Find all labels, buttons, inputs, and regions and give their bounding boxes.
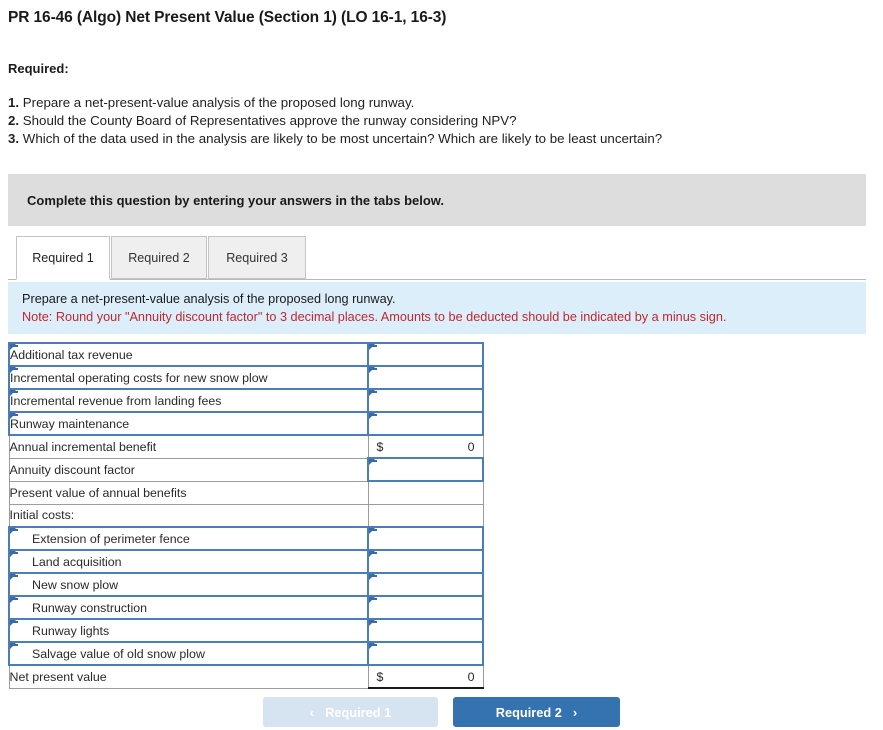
required-label: Required: <box>8 61 69 76</box>
row-label-select[interactable]: Incremental revenue from landing fees <box>8 388 369 413</box>
row-value-input[interactable] <box>367 388 484 413</box>
row-label-select[interactable]: Runway lights <box>8 618 369 643</box>
tab-required-3[interactable]: Required 3 <box>208 236 306 279</box>
tab-required-2[interactable]: Required 2 <box>111 236 207 279</box>
row-label-select[interactable]: Additional tax revenue <box>8 342 369 367</box>
table-row: Land acquisition <box>8 549 484 574</box>
table-row: Initial costs: <box>8 503 484 528</box>
prev-required-button[interactable]: ‹ Required 1 <box>263 697 438 727</box>
note-warning: Note: Round your "Annuity discount facto… <box>22 310 727 324</box>
row-value-input[interactable] <box>367 365 484 390</box>
tab-strip: Required 1 Required 2 Required 3 <box>8 236 866 280</box>
note-instruction: Prepare a net-present-value analysis of … <box>22 292 396 306</box>
requirement-item: 2. Should the County Board of Representa… <box>8 112 662 130</box>
table-row: Net present value $0 <box>8 664 484 689</box>
requirements-list: 1. Prepare a net-present-value analysis … <box>8 94 662 148</box>
row-label-select[interactable]: New snow plow <box>8 572 369 597</box>
total-amount: 0 <box>467 669 475 684</box>
currency-symbol: $ <box>376 439 384 454</box>
row-value-input[interactable] <box>367 526 484 551</box>
row-value-input[interactable] <box>367 549 484 574</box>
table-row: Extension of perimeter fence <box>8 526 484 551</box>
row-label: Annual incremental benefit <box>8 434 369 459</box>
footer-navigation: ‹ Required 1 Required 2 › <box>0 697 883 727</box>
currency-symbol: $ <box>376 669 384 684</box>
row-label: Net present value <box>8 664 369 689</box>
requirement-number: 1. <box>8 95 20 110</box>
chevron-right-icon: › <box>572 704 578 720</box>
row-value-blank <box>367 480 484 505</box>
row-value-input[interactable] <box>367 618 484 643</box>
page-title: PR 16-46 (Algo) Net Present Value (Secti… <box>8 9 447 26</box>
row-total-value: $0 <box>367 664 484 689</box>
requirement-number: 3. <box>8 131 20 146</box>
total-amount: 0 <box>467 439 475 454</box>
requirement-item: 1. Prepare a net-present-value analysis … <box>8 94 662 112</box>
row-total-value: $0 <box>367 434 484 459</box>
row-value-input[interactable] <box>367 595 484 620</box>
tab-label: Required 3 <box>226 250 288 265</box>
row-value-input[interactable] <box>367 411 484 436</box>
tab-label: Required 2 <box>128 250 190 265</box>
note-box: Prepare a net-present-value analysis of … <box>8 282 866 334</box>
row-label-select[interactable]: Land acquisition <box>8 549 369 574</box>
row-label: Annuity discount factor <box>8 457 369 482</box>
row-value-input[interactable] <box>367 641 484 666</box>
table-row: Salvage value of old snow plow <box>8 641 484 666</box>
instruction-banner-text: Complete this question by entering your … <box>27 192 445 208</box>
requirement-text: Prepare a net-present-value analysis of … <box>22 95 415 110</box>
row-value-input[interactable] <box>367 342 484 367</box>
question-page: PR 16-46 (Algo) Net Present Value (Secti… <box>0 0 883 730</box>
row-label-select[interactable]: Extension of perimeter fence <box>8 526 369 551</box>
row-value-input[interactable] <box>367 457 484 482</box>
requirement-text: Should the County Board of Representativ… <box>22 113 517 128</box>
table-row: Runway construction <box>8 595 484 620</box>
prev-required-label: Required 1 <box>325 704 392 720</box>
row-label-select[interactable]: Runway maintenance <box>8 411 369 436</box>
table-row: Runway maintenance <box>8 411 484 436</box>
tab-label: Required 1 <box>32 251 94 265</box>
requirement-number: 2. <box>8 113 20 128</box>
tab-required-1[interactable]: Required 1 <box>16 236 110 280</box>
row-label: Initial costs: <box>8 503 369 528</box>
tab-underline <box>8 279 866 280</box>
table-row: Incremental revenue from landing fees <box>8 388 484 413</box>
table-row: Incremental operating costs for new snow… <box>8 365 484 390</box>
table-row: New snow plow <box>8 572 484 597</box>
table-row: Additional tax revenue <box>8 342 484 367</box>
table-row: Runway lights <box>8 618 484 643</box>
npv-worksheet-table: Additional tax revenue Incremental operat… <box>8 342 484 689</box>
row-value-input[interactable] <box>367 572 484 597</box>
row-label: Present value of annual benefits <box>8 480 369 505</box>
row-value-blank <box>367 503 484 528</box>
row-label-select[interactable]: Incremental operating costs for new snow… <box>8 365 369 390</box>
next-required-button[interactable]: Required 2 › <box>453 697 620 727</box>
table-row: Present value of annual benefits <box>8 480 484 505</box>
next-required-label: Required 2 <box>495 704 562 720</box>
table-row: Annual incremental benefit $0 <box>8 434 484 459</box>
row-label-select[interactable]: Runway construction <box>8 595 369 620</box>
worksheet-body: Additional tax revenue Incremental operat… <box>8 342 484 689</box>
requirement-text: Which of the data used in the analysis a… <box>22 131 663 146</box>
row-label-select[interactable]: Salvage value of old snow plow <box>8 641 369 666</box>
table-row: Annuity discount factor <box>8 457 484 482</box>
requirement-item: 3. Which of the data used in the analysi… <box>8 130 662 148</box>
chevron-left-icon: ‹ <box>309 704 315 720</box>
instruction-banner: Complete this question by entering your … <box>8 174 866 226</box>
